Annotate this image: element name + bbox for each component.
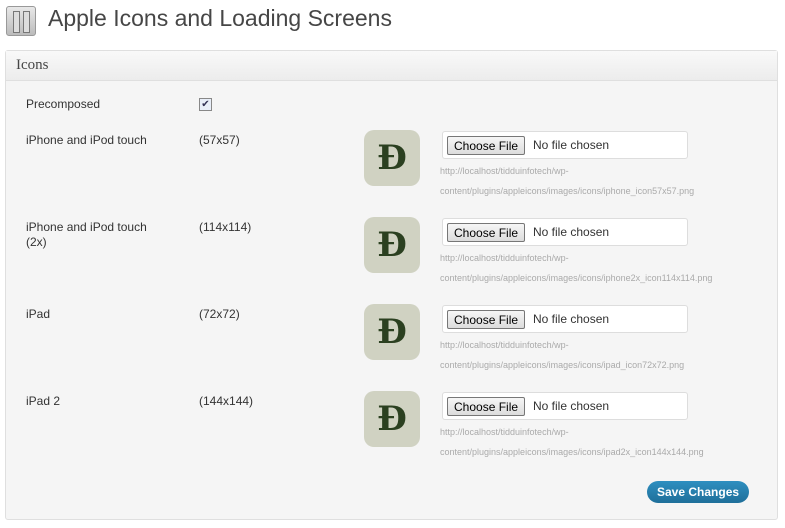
row-label: iPad 2 bbox=[26, 394, 61, 408]
choose-file-button[interactable]: Choose File bbox=[447, 136, 526, 155]
precomposed-checkbox[interactable]: ✔ bbox=[199, 98, 212, 111]
icons-panel: Icons Precomposed ✔ iPhone and iPod touc… bbox=[5, 50, 778, 520]
file-status: No file chosen bbox=[533, 138, 610, 152]
url-line-1: http://localhost/tidduinfotech/wp- bbox=[440, 427, 569, 437]
file-status: No file chosen bbox=[533, 225, 610, 239]
row-size: (57x57) bbox=[199, 133, 240, 147]
icon-url: http://localhost/tidduinfotech/wp-conten… bbox=[440, 161, 770, 201]
settings-sliders-icon bbox=[6, 6, 36, 36]
file-input[interactable]: Choose File No file chosen bbox=[442, 305, 688, 333]
choose-file-button[interactable]: Choose File bbox=[447, 223, 526, 242]
choose-file-button[interactable]: Choose File bbox=[447, 397, 526, 416]
url-line-2: content/plugins/appleicons/images/icons/… bbox=[440, 273, 713, 283]
icon-url: http://localhost/tidduinfotech/wp-conten… bbox=[440, 335, 770, 375]
file-input[interactable]: Choose File No file chosen bbox=[442, 392, 688, 420]
app-icon-preview: Đ bbox=[364, 217, 420, 273]
url-line-1: http://localhost/tidduinfotech/wp- bbox=[440, 253, 569, 263]
url-line-1: http://localhost/tidduinfotech/wp- bbox=[440, 166, 569, 176]
icon-url: http://localhost/tidduinfotech/wp-conten… bbox=[440, 248, 770, 288]
url-line-2: content/plugins/appleicons/images/icons/… bbox=[440, 447, 704, 457]
icon-url: http://localhost/tidduinfotech/wp-conten… bbox=[440, 422, 770, 462]
url-line-1: http://localhost/tidduinfotech/wp- bbox=[440, 340, 569, 350]
file-status: No file chosen bbox=[533, 312, 610, 326]
url-line-2: content/plugins/appleicons/images/icons/… bbox=[440, 360, 685, 370]
file-input[interactable]: Choose File No file chosen bbox=[442, 131, 688, 159]
section-title: Icons bbox=[6, 51, 777, 81]
page-title: Apple Icons and Loading Screens bbox=[48, 5, 392, 31]
precomposed-label: Precomposed bbox=[26, 97, 101, 111]
app-icon-preview: Đ bbox=[364, 391, 420, 447]
row-label: iPhone and iPod touch bbox=[26, 133, 147, 147]
app-icon-preview: Đ bbox=[364, 130, 420, 186]
row-label: iPhone and iPod touch (2x) bbox=[26, 220, 147, 249]
save-changes-button[interactable]: Save Changes bbox=[647, 481, 750, 503]
row-size: (114x114) bbox=[199, 220, 252, 234]
choose-file-button[interactable]: Choose File bbox=[447, 310, 526, 329]
row-size: (72x72) bbox=[199, 307, 240, 321]
url-line-2: content/plugins/appleicons/images/icons/… bbox=[440, 186, 695, 196]
file-input[interactable]: Choose File No file chosen bbox=[442, 218, 688, 246]
file-status: No file chosen bbox=[533, 399, 610, 413]
app-icon-preview: Đ bbox=[364, 304, 420, 360]
row-size: (144x144) bbox=[199, 394, 254, 408]
row-label: iPad bbox=[26, 307, 51, 321]
